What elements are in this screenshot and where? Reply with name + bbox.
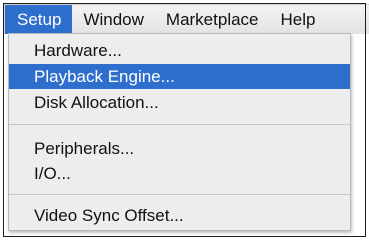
menu-separator xyxy=(9,124,350,125)
menu-item-hardware[interactable]: Hardware... xyxy=(9,38,350,63)
menu-marketplace[interactable]: Marketplace xyxy=(155,5,270,34)
menu-separator xyxy=(9,194,350,195)
menu-item-io[interactable]: I/O... xyxy=(9,161,350,186)
menu-item-playback-engine[interactable]: Playback Engine... xyxy=(9,64,350,89)
menu-bar: Setup Window Marketplace Help xyxy=(4,4,369,34)
menu-help[interactable]: Help xyxy=(270,5,316,34)
menu-item-video-sync-offset[interactable]: Video Sync Offset... xyxy=(9,203,350,228)
menu-item-disk-allocation[interactable]: Disk Allocation... xyxy=(9,90,350,115)
menu-setup[interactable]: Setup xyxy=(5,5,73,34)
menu-item-peripherals[interactable]: Peripherals... xyxy=(9,136,350,161)
setup-dropdown-menu: Hardware... Playback Engine... Disk Allo… xyxy=(8,33,351,231)
menu-window[interactable]: Window xyxy=(72,5,154,34)
screenshot-frame: Setup Window Marketplace Help Hardware..… xyxy=(0,0,369,242)
